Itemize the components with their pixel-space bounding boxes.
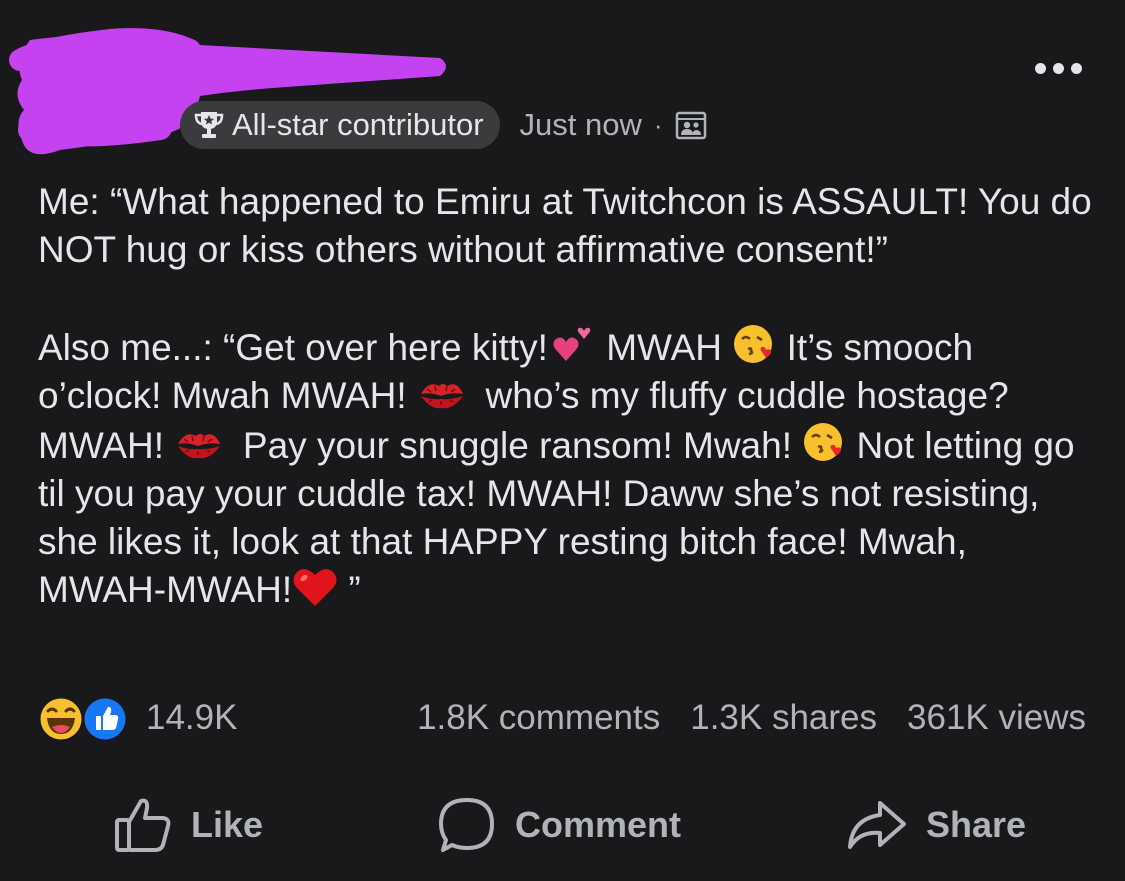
red-heart-emoji-icon <box>293 569 337 606</box>
like-button-label: Like <box>191 804 264 845</box>
views-count: 361K views <box>907 698 1086 737</box>
post-text-segment: ” <box>338 569 361 610</box>
engagement-stats: 1.8K comments 1.3K shares 361K views <box>417 698 1086 738</box>
meta-separator: · <box>653 109 663 140</box>
badge-label: All-star contributor <box>232 107 484 142</box>
more-options-icon <box>1034 62 1046 74</box>
two-hearts-emoji-icon <box>553 327 591 361</box>
more-options-icon-dot <box>1052 62 1064 74</box>
kiss-mark-emoji-icon <box>420 384 463 409</box>
post-text-segment: Pay your snuggle ransom! Mwah! <box>222 425 803 466</box>
post-paragraph-1: Me: “What happened to Emiru at Twitchcon… <box>38 181 1102 270</box>
post-text-segment: MWAH <box>595 327 733 368</box>
shares-count-link[interactable]: 1.3K shares <box>690 698 877 738</box>
post-card: All-star contributor Just now · Me: “Wha… <box>0 0 1125 881</box>
comment-button-label: Comment <box>515 804 682 845</box>
share-button[interactable]: Share <box>846 790 1026 860</box>
like-button[interactable]: Like <box>113 790 263 860</box>
kiss-mark-emoji-icon <box>178 434 221 459</box>
haha-reaction-icon <box>37 695 85 743</box>
like-reaction-icon <box>81 695 129 743</box>
trophy-icon <box>194 112 224 138</box>
all-star-contributor-badge[interactable]: All-star contributor <box>180 101 500 149</box>
thumbs-up-icon <box>115 798 171 852</box>
post-actions-row: Like Comment Share <box>0 790 1125 860</box>
comment-button[interactable]: Comment <box>437 790 681 860</box>
post-text-segment: Also me...: “Get over here kitty! <box>38 327 548 368</box>
friends-audience-icon[interactable] <box>675 109 707 141</box>
comments-count-link[interactable]: 1.8K comments <box>417 698 660 738</box>
post-meta-row: All-star contributor Just now · <box>180 101 707 149</box>
post-timestamp[interactable]: Just now <box>520 107 642 143</box>
face-blowing-kiss-emoji-icon <box>804 423 843 461</box>
share-arrow-icon <box>848 801 906 849</box>
post-stats-row: 14.9K 1.8K comments 1.3K shares 361K vie… <box>36 694 1086 744</box>
comment-bubble-icon <box>439 798 494 852</box>
post-paragraph-2: Also me...: “Get over here kitty! MWAH I… <box>38 325 1085 610</box>
post-body: Me: “What happened to Emiru at Twitchcon… <box>38 178 1098 614</box>
reaction-icons[interactable] <box>36 694 136 744</box>
share-button-label: Share <box>926 804 1027 845</box>
face-blowing-kiss-emoji-icon <box>734 325 773 363</box>
more-options-icon-dot <box>1070 62 1082 74</box>
reaction-count[interactable]: 14.9K <box>146 698 237 738</box>
more-options-button[interactable] <box>1028 55 1088 81</box>
